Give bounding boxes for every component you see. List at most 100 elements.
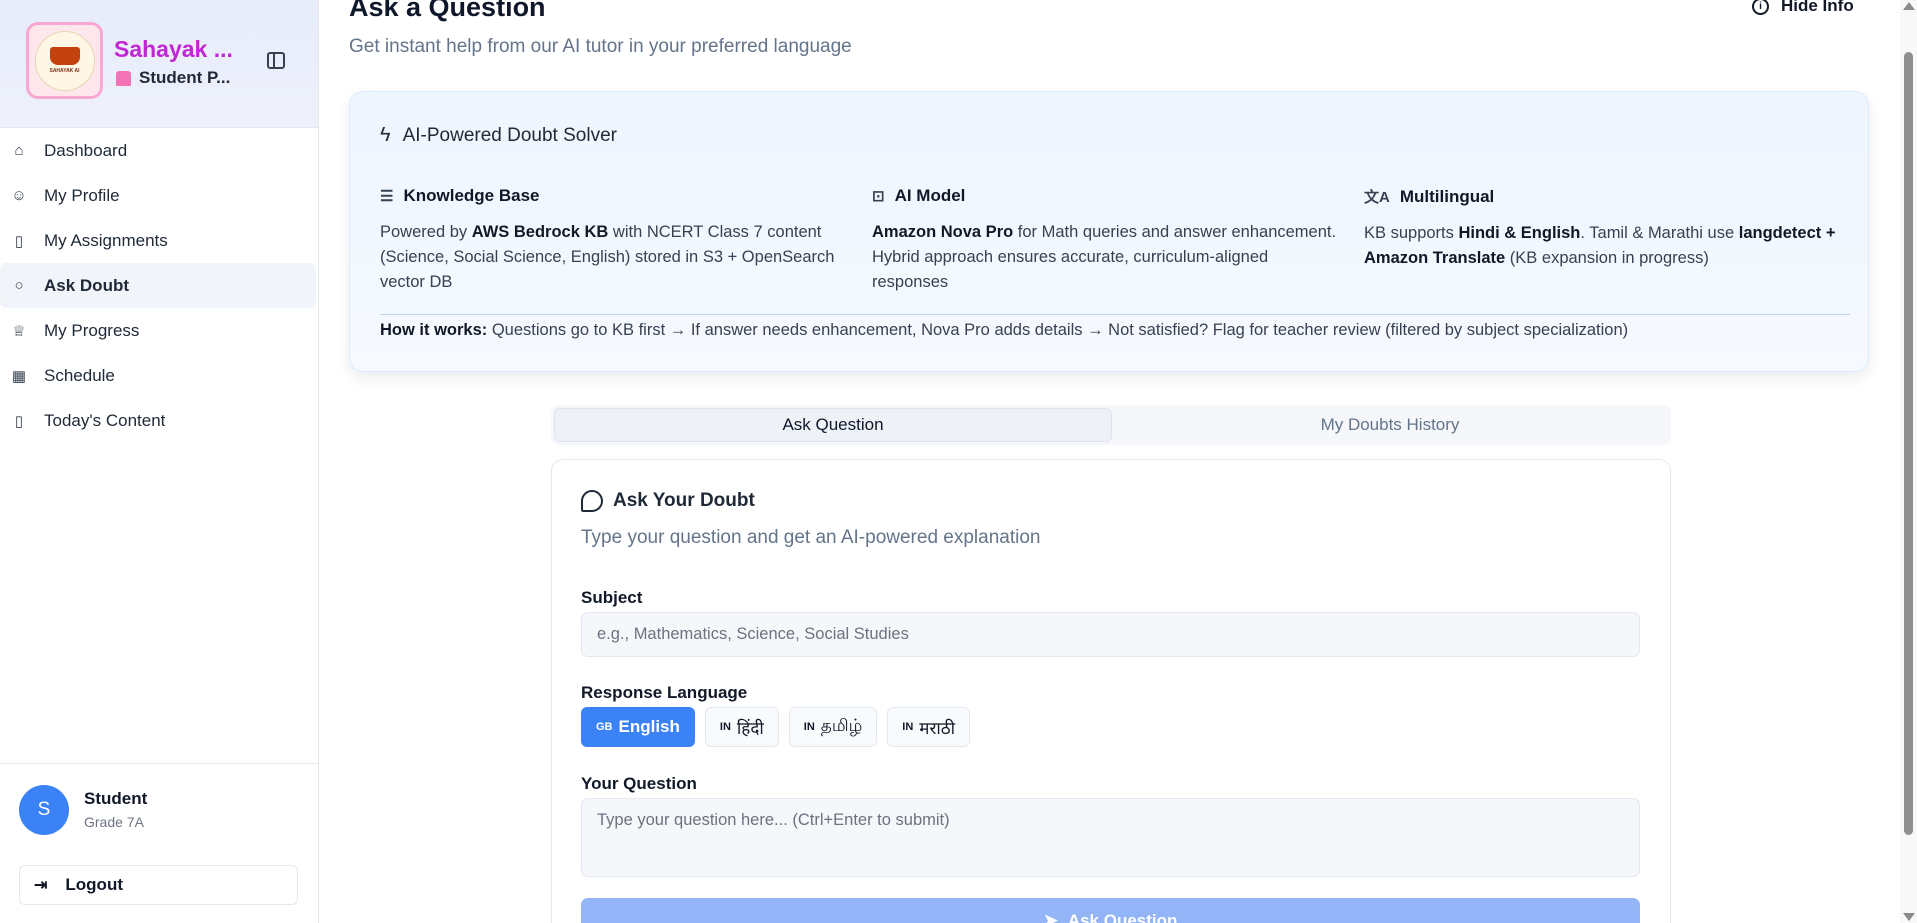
flag-code: IN (719, 721, 731, 733)
sidebar-item-my-assignments[interactable]: ▯ My Assignments (0, 218, 318, 263)
sidebar-item-label: Dashboard (44, 140, 128, 160)
text-span: Powered by (380, 223, 472, 241)
sidebar-item-label: Today's Content (44, 410, 166, 430)
message-circle-icon (581, 490, 603, 512)
book-open-icon: ▯ (14, 232, 24, 250)
info-card: ϟ AI-Powered Doubt Solver ☰ Knowledge Ba… (349, 91, 1869, 372)
send-icon: ➤ (1043, 910, 1058, 923)
sidebar-item-my-progress[interactable]: ♕ My Progress (0, 308, 318, 353)
your-question-label: Your Question (581, 774, 697, 793)
info-column-text: Amazon Nova Pro for Math queries and ans… (872, 220, 1342, 295)
sidebar-item-my-profile[interactable]: ☺ My Profile (0, 173, 318, 218)
sidebar: SAHAYAK AI Sahayak ... Student P... ⌂ Da… (0, 0, 319, 923)
book-open-icon: ▯ (14, 412, 24, 430)
language-option-marathi[interactable]: IN मराठी (887, 707, 971, 747)
info-column-heading-text: Knowledge Base (403, 186, 540, 205)
info-column-heading: ⊡ AI Model (872, 186, 1342, 206)
sidebar-item-todays-content[interactable]: ▯ Today's Content (0, 398, 318, 443)
tab-my-doubts-history[interactable]: My Doubts History (1112, 408, 1668, 442)
scrollbar-thumb[interactable] (1904, 52, 1913, 835)
form-subtitle: Type your question and get an AI-powered… (581, 527, 1041, 548)
subject-input[interactable] (581, 612, 1640, 657)
info-column-text: Powered by AWS Bedrock KB with NCERT Cla… (380, 220, 850, 295)
school-icon (116, 70, 131, 86)
subject-label: Subject (581, 588, 643, 607)
hide-info-label: Hide Info (1781, 0, 1854, 15)
sidebar-item-schedule[interactable]: ▦ Schedule (0, 353, 318, 398)
brand-title: Sahayak ... (114, 36, 233, 62)
sidebar-item-dashboard[interactable]: ⌂ Dashboard (0, 128, 318, 173)
bold-span: Amazon Nova Pro (872, 223, 1014, 241)
info-column-multilingual: 文A Multilingual KB supports Hindi & Engl… (1364, 186, 1844, 271)
logout-label: Logout (65, 875, 123, 894)
language-label: मराठी (919, 718, 956, 738)
how-it-works-label: How it works: (380, 321, 488, 339)
sidebar-toggle-icon[interactable] (267, 52, 285, 69)
page-title: Ask a Question (349, 0, 546, 22)
app-root: SAHAYAK AI Sahayak ... Student P... ⌂ Da… (0, 0, 1917, 923)
info-title: ϟ AI-Powered Doubt Solver (380, 124, 617, 147)
zap-icon: ϟ (380, 124, 391, 146)
hide-info-button[interactable]: i Hide Info (1752, 0, 1854, 16)
sidebar-item-label: My Assignments (44, 230, 168, 250)
ask-question-button[interactable]: ➤ Ask Question (581, 898, 1640, 923)
sidebar-item-label: Ask Doubt (44, 275, 129, 295)
form-title: Ask Your Doubt (581, 490, 755, 512)
logo-image: SAHAYAK AI (34, 30, 95, 91)
languages-icon: 文A (1364, 189, 1390, 206)
info-column-heading-text: AI Model (894, 186, 966, 205)
info-icon: i (1752, 0, 1769, 15)
scroll-down-arrow-icon[interactable] (1903, 913, 1915, 921)
home-icon: ⌂ (14, 142, 24, 159)
brand-subtitle: Student P... (116, 68, 230, 88)
user-grade: Grade 7A (84, 814, 144, 830)
main-content: Ask a Question Get instant help from our… (320, 0, 1900, 923)
language-option-hindi[interactable]: IN हिंदी (704, 707, 779, 747)
language-label: தமிழ் (820, 716, 863, 735)
info-column-heading: ☰ Knowledge Base (380, 186, 850, 206)
logout-icon: ⇥ (34, 877, 48, 894)
response-language-label: Response Language (581, 683, 748, 702)
text-span: KB supports (1364, 224, 1459, 242)
question-input[interactable] (581, 798, 1640, 877)
tabs: Ask Question My Doubts History (551, 405, 1671, 445)
logout-button[interactable]: ⇥ Logout (19, 865, 298, 905)
info-column-ai-model: ⊡ AI Model Amazon Nova Pro for Math quer… (872, 186, 1342, 295)
scroll-up-arrow-icon[interactable] (1903, 2, 1915, 10)
sidebar-item-label: Schedule (44, 365, 115, 385)
bold-span: Hindi & English (1458, 224, 1581, 242)
language-option-english[interactable]: GB English (581, 707, 695, 747)
sidebar-footer: S Student Grade 7A ⇥ Logout (0, 763, 319, 923)
brand-subtitle-text: Student P... (139, 68, 231, 87)
text-span: (KB expansion in progress) (1505, 249, 1709, 267)
scrollbar[interactable] (1900, 0, 1917, 923)
text-span: . Tamil & Marathi use (1580, 224, 1739, 242)
divider (380, 314, 1850, 315)
tab-ask-question[interactable]: Ask Question (554, 408, 1112, 442)
info-column-text: KB supports Hindi & English. Tamil & Mar… (1364, 221, 1844, 271)
language-option-tamil[interactable]: IN தமிழ் (788, 707, 878, 747)
language-selector: GB English IN हिंदी IN தமிழ் IN मराठी (581, 707, 971, 747)
book-logo-icon (49, 47, 80, 65)
sidebar-item-ask-doubt[interactable]: ○ Ask Doubt (0, 263, 316, 308)
avatar: S (19, 785, 69, 835)
sidebar-nav: ⌂ Dashboard ☺ My Profile ▯ My Assignment… (0, 128, 318, 443)
info-column-heading: 文A Multilingual (1364, 186, 1844, 207)
bold-span: AWS Bedrock KB (471, 223, 609, 241)
info-column-knowledge-base: ☰ Knowledge Base Powered by AWS Bedrock … (380, 186, 850, 295)
flag-code: IN (803, 721, 815, 733)
message-circle-icon: ○ (14, 277, 24, 294)
flag-code: GB (596, 721, 613, 733)
logo-text: SAHAYAK AI (49, 68, 80, 74)
sidebar-header: SAHAYAK AI Sahayak ... Student P... (0, 0, 318, 128)
flag-code: IN (902, 721, 914, 733)
trophy-icon: ♕ (12, 322, 26, 340)
sidebar-item-label: My Profile (44, 185, 120, 205)
page-subtitle: Get instant help from our AI tutor in yo… (349, 36, 852, 57)
database-icon: ☰ (380, 188, 394, 205)
calendar-icon: ▦ (11, 367, 27, 385)
user-icon: ☺ (11, 187, 27, 204)
how-it-works: How it works: Questions go to KB first →… (380, 318, 1628, 343)
how-it-works-text: Questions go to KB first → If answer nee… (487, 321, 1629, 339)
ask-question-label: Ask Question (1067, 910, 1178, 923)
